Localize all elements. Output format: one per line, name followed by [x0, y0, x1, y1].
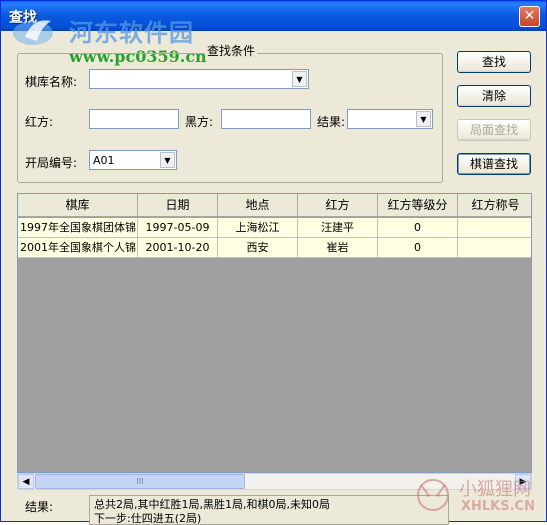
scroll-thumb[interactable]: III	[35, 474, 245, 489]
watermark-logo-icon	[13, 20, 53, 45]
table-cell: 2001-10-20	[138, 238, 218, 258]
table-row[interactable]: 2001年全国象棋个人锦 2001-10-20 西安 崔岩 0	[18, 238, 531, 258]
summary-label: 结果:	[25, 500, 54, 514]
table-cell	[458, 218, 531, 238]
result-filter-label: 结果:	[317, 115, 346, 129]
search-criteria-title: 查找条件	[205, 42, 258, 59]
summary-line-1: 总共2局,其中红胜1局,黑胜1局,和棋0局,未知0局	[94, 498, 330, 511]
find-dialog: 查找 ✕ 河东软件园 www.pc0359.cn 查找条件 棋库名称: ▼ 红方…	[0, 0, 547, 525]
summary-line-2: 下一步:仕四进五(2局)	[94, 512, 202, 525]
table-cell: 0	[378, 238, 458, 258]
table-row[interactable]: 1997年全国象棋团体锦 1997-05-09 上海松江 汪建平 0	[18, 218, 531, 238]
column-header[interactable]: 日期	[138, 194, 218, 217]
column-header[interactable]: 地点	[218, 194, 298, 217]
clear-button[interactable]: 清除	[457, 85, 531, 107]
summary-box: 总共2局,其中红胜1局,黑胜1局,和棋0局,未知0局 下一步:仕四进五(2局)	[89, 495, 449, 525]
scroll-left-icon[interactable]: ◀	[18, 474, 34, 489]
opening-select[interactable]: A01 ▼	[89, 150, 177, 170]
find-button[interactable]: 查找	[457, 51, 531, 73]
opening-label: 开局编号:	[25, 156, 78, 170]
column-header[interactable]: 红方称号	[458, 194, 531, 217]
column-header[interactable]: 红方等级分	[378, 194, 458, 217]
table-cell: 汪建平	[298, 218, 378, 238]
results-table: 棋库 日期 地点 红方 红方等级分 红方称号 1997年全国象棋团体锦 1997…	[17, 193, 532, 473]
chevron-down-icon[interactable]: ▼	[416, 111, 431, 127]
table-cell: 1997年全国象棋团体锦	[18, 218, 138, 238]
manual-find-button[interactable]: 棋谱查找	[457, 153, 531, 175]
library-select[interactable]: ▼	[89, 69, 309, 89]
column-header[interactable]: 红方	[298, 194, 378, 217]
result-select[interactable]: ▼	[347, 109, 433, 129]
chevron-down-icon[interactable]: ▼	[160, 152, 175, 168]
table-cell: 上海松江	[218, 218, 298, 238]
table-cell: 西安	[218, 238, 298, 258]
table-cell	[458, 238, 531, 258]
watermark-fox-brand: 小狐狸网	[459, 479, 531, 500]
table-cell: 0	[378, 218, 458, 238]
red-input[interactable]	[89, 109, 179, 129]
table-header: 棋库 日期 地点 红方 红方等级分 红方称号	[18, 194, 531, 217]
opening-value: A01	[93, 154, 115, 167]
horizontal-scrollbar[interactable]: ◀ III ▶	[17, 473, 532, 490]
position-find-button[interactable]: 局面查找	[457, 119, 531, 141]
table-cell: 1997-05-09	[138, 218, 218, 238]
table-cell: 崔岩	[298, 238, 378, 258]
fox-logo-icon	[417, 479, 449, 511]
red-label: 红方:	[25, 115, 54, 129]
library-label: 棋库名称:	[25, 75, 78, 89]
column-header[interactable]: 棋库	[18, 194, 138, 217]
close-button[interactable]: ✕	[519, 6, 540, 27]
black-input[interactable]	[221, 109, 311, 129]
table-cell: 2001年全国象棋个人锦	[18, 238, 138, 258]
chevron-down-icon[interactable]: ▼	[292, 71, 307, 87]
black-label: 黑方:	[185, 115, 214, 129]
watermark-brand: 河东软件园	[69, 19, 194, 47]
watermark-fox-url: XHLKS.CN	[461, 499, 535, 514]
